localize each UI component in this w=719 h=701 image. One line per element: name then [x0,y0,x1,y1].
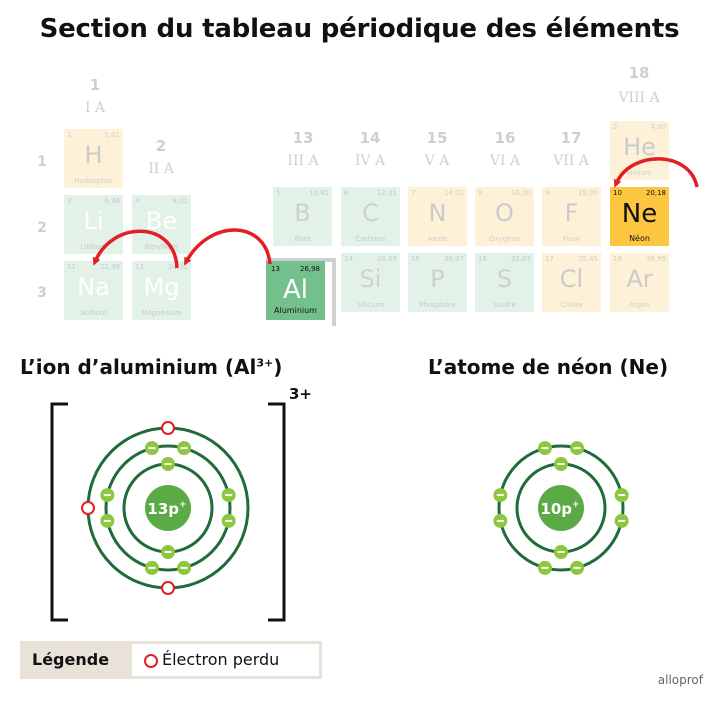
ion-heading: L’ion d’aluminium (Al3+) [20,355,282,379]
ion-heading-text: L’ion d’aluminium (Al [20,355,257,379]
ion-charge: 3+ [289,385,313,403]
lost-electron-icon [144,654,158,668]
electron [537,560,552,575]
neon-atom-diagram: 10p+ [493,441,629,575]
electron [221,513,236,528]
electron [537,441,552,456]
electron [161,457,175,471]
electron [554,545,568,559]
electron [100,513,115,528]
electron [144,441,159,456]
legend-label: Légende [32,650,110,669]
alloprof-logo: alloprof [657,673,703,687]
electron [177,560,192,575]
diagram-canvas: 13p+ 10p+ [50,157,699,622]
electron [177,441,192,456]
electron [144,560,159,575]
atom-heading: L’atome de néon (Ne) [428,355,669,379]
legend: Légende Électron perdu [20,641,322,679]
electron [161,545,175,559]
electron [614,488,629,503]
arrow-al-to-mg [184,228,272,266]
electron [100,488,115,503]
aluminium-ion-diagram: 13p+ [81,421,250,595]
electron [554,457,568,471]
lost-electron [161,581,175,595]
lost-electron [161,421,175,435]
ion-heading-end: ) [273,355,283,379]
electron [493,488,508,503]
electron [570,441,585,456]
legend-item: Électron perdu [132,644,319,676]
lost-electron [81,501,95,515]
arrow-he-to-ne [613,157,699,188]
ion-heading-superscript: 3+ [256,356,274,370]
arrow-mg-to-na [92,229,179,269]
electron [221,488,236,503]
legend-item-text: Électron perdu [162,650,280,669]
electron [493,513,508,528]
left-bracket [50,402,68,622]
right-bracket [268,402,286,622]
electron [570,560,585,575]
electron [614,513,629,528]
